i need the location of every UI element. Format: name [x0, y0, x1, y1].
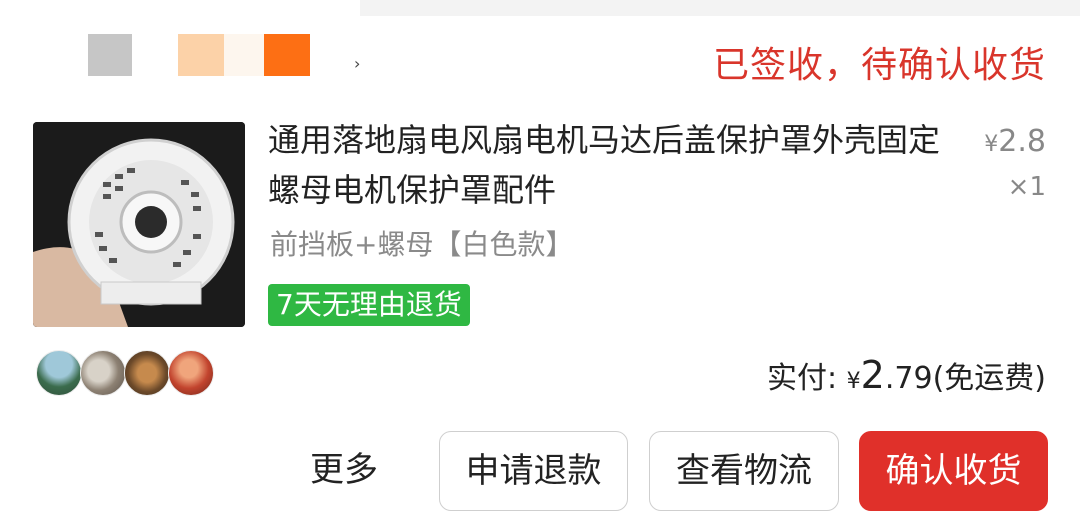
paid-label: 实付:	[767, 361, 838, 396]
shop-logo-block	[88, 34, 132, 76]
unit-price: ¥2.8	[984, 122, 1046, 165]
order-status: 已签收，待确认收货	[712, 45, 1046, 86]
avatar	[80, 350, 126, 396]
shop-header[interactable]	[88, 34, 310, 76]
paid-amount: 实付: ¥2.79(免运费)	[767, 352, 1046, 405]
avatar	[124, 350, 170, 396]
return-policy-badge: 7天无理由退货	[268, 284, 470, 326]
avatar	[36, 350, 82, 396]
price-value: 2.8	[998, 124, 1046, 159]
product-title[interactable]: 通用落地扇电风扇电机马达后盖保护罩外壳固定螺母电机保护罩配件	[268, 115, 958, 215]
more-button[interactable]: 更多	[310, 445, 378, 495]
shop-name-block	[264, 34, 310, 76]
view-logistics-button[interactable]: 查看物流	[649, 431, 839, 511]
product-thumbnail[interactable]	[33, 122, 245, 327]
shop-name-block	[178, 34, 224, 76]
price-currency: ¥	[984, 132, 999, 157]
paid-decimal: .79	[884, 361, 933, 396]
paid-currency: ¥	[846, 369, 861, 394]
avatar-group[interactable]	[36, 350, 214, 396]
avatar	[168, 350, 214, 396]
chevron-right-icon[interactable]: ›	[354, 56, 360, 72]
confirm-receipt-button[interactable]: 确认收货	[859, 431, 1048, 511]
shop-name-block	[224, 34, 264, 76]
paid-integer: 2	[860, 353, 885, 397]
shipping-note: (免运费)	[932, 361, 1046, 396]
quantity: ×1	[1007, 172, 1046, 202]
top-strip-fade	[0, 0, 360, 16]
fan-cover-image	[33, 122, 245, 327]
top-strip	[0, 0, 1080, 16]
product-spec: 前挡板+螺母【白色款】	[270, 228, 574, 261]
refund-button[interactable]: 申请退款	[439, 431, 628, 511]
action-bar: 更多 申请退款 查看物流 确认收货	[0, 431, 1080, 511]
